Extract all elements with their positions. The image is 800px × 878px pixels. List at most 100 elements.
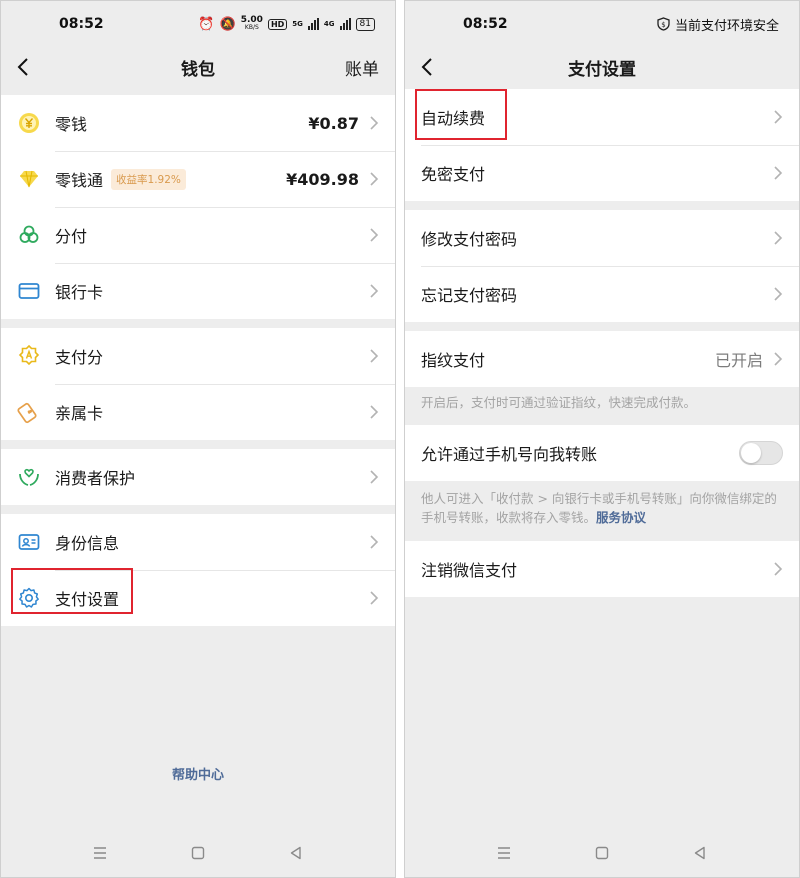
chevron-right-icon (370, 349, 379, 363)
phone-transfer-note: 他人可进入「收付款 > 向银行卡或手机号转账」向你微信绑定的手机号转账，收款将存… (405, 481, 799, 541)
back-triangle-icon[interactable] (692, 845, 708, 861)
settings-item-cancel-wechat-pay[interactable]: 注销微信支付 (405, 541, 799, 597)
wallet-item-identity[interactable]: 身份信息 (1, 514, 395, 570)
wallet-item-pay-score[interactable]: 支付分 (1, 328, 395, 384)
diamond-icon (20, 170, 38, 188)
fingerprint-note: 开启后，支付时可通过验证指纹，快速完成付款。 (421, 395, 697, 410)
secure-env-indicator: $ 当前支付环境安全 (657, 15, 779, 34)
bank-card-icon (18, 283, 40, 299)
wallet-screen: 08:52 ⏰ 🔕 5.00 KB/S HD 5G 4G 81 钱包 账单 零钱… (0, 0, 396, 878)
family-card-icon (17, 402, 37, 424)
chevron-right-icon (370, 228, 379, 242)
settings-item-forgot-password[interactable]: 忘记支付密码 (405, 266, 799, 322)
chevron-right-icon (774, 231, 783, 245)
settings-item-fingerprint[interactable]: 指纹支付 已开启 (405, 331, 799, 387)
wallet-item-label: 支付分 (55, 348, 104, 367)
wallet-item-label: 分付 (55, 227, 88, 246)
system-nav-bar (1, 845, 395, 861)
secure-env-text: 当前支付环境安全 (674, 18, 779, 34)
phone-transfer-toggle[interactable] (739, 441, 783, 465)
status-icons: ⏰ 🔕 5.00 KB/S HD 5G 4G 81 (198, 16, 375, 32)
clover-icon (19, 225, 39, 243)
back-triangle-icon[interactable] (288, 845, 304, 861)
status-bar: 08:52 ⏰ 🔕 5.00 KB/S HD 5G 4G 81 (1, 1, 395, 47)
net-speed: 5.00 KB/S (240, 15, 263, 32)
settings-item-label: 修改支付密码 (421, 230, 518, 249)
hd-icon: HD (267, 18, 288, 30)
status-time: 08:52 (463, 16, 508, 32)
wallet-item-fenfu[interactable]: 分付 (1, 207, 395, 263)
settings-group-cancel: 注销微信支付 (405, 541, 799, 597)
settings-item-label: 注销微信支付 (421, 561, 518, 580)
wallet-item-label: 亲属卡 (55, 404, 104, 423)
chevron-right-icon (370, 470, 379, 484)
settings-item-label: 允许通过手机号向我转账 (421, 445, 598, 464)
service-agreement-link[interactable]: 服务协议 (596, 510, 646, 525)
menu-icon[interactable] (92, 845, 108, 861)
chevron-right-icon (370, 284, 379, 298)
hands-protect-icon (19, 468, 39, 486)
chevron-right-icon (370, 535, 379, 549)
wallet-item-consumer-protection[interactable]: 消费者保护 (1, 449, 395, 505)
wallet-group-protection: 消费者保护 (1, 449, 395, 505)
wallet-item-family-card[interactable]: 亲属卡 (1, 384, 395, 440)
toggle-knob (741, 443, 761, 463)
svg-text:$: $ (661, 21, 665, 29)
settings-item-change-password[interactable]: 修改支付密码 (405, 210, 799, 266)
network-4g-label: 4G (323, 20, 335, 28)
wallet-item-label: 消费者保护 (55, 469, 136, 488)
settings-item-label: 忘记支付密码 (421, 286, 518, 305)
id-card-icon (18, 534, 40, 550)
chevron-right-icon (774, 110, 783, 124)
fingerprint-status: 已开启 (714, 351, 763, 370)
settings-group-password: 修改支付密码 忘记支付密码 (405, 210, 799, 322)
menu-icon[interactable] (496, 845, 512, 861)
network-5g-label: 5G (292, 20, 303, 28)
settings-item-phone-transfer: 允许通过手机号向我转账 (405, 425, 799, 481)
home-icon[interactable] (594, 845, 610, 861)
home-icon[interactable] (190, 845, 206, 861)
wallet-item-lingqiantong[interactable]: 零钱通 收益率1.92% ¥409.98 (1, 151, 395, 207)
change-balance: ¥0.87 (308, 113, 359, 133)
signal-icon-2 (339, 18, 351, 30)
chevron-right-icon (370, 116, 379, 130)
settings-navbar: 支付设置 (405, 47, 799, 87)
chevron-right-icon (370, 591, 379, 605)
coin-yuan-icon (19, 113, 39, 133)
lingqiantong-balance: ¥409.98 (286, 169, 359, 189)
wallet-item-label: 银行卡 (55, 283, 104, 302)
settings-item-label: 指纹支付 (421, 351, 486, 370)
wallet-item-label: 零钱 (55, 115, 88, 134)
chevron-right-icon (774, 352, 783, 366)
back-arrow-icon[interactable] (417, 56, 439, 78)
chevron-right-icon (774, 166, 783, 180)
status-time: 08:52 (59, 16, 104, 32)
payment-settings-screen: 08:52 $ 当前支付环境安全 支付设置 自动续费 免密支付 修改支付密码 忘… (404, 0, 800, 878)
settings-item-label: 免密支付 (421, 165, 486, 184)
signal-icon (307, 18, 319, 30)
wallet-item-label: 零钱通 (55, 171, 104, 190)
chevron-right-icon (370, 172, 379, 186)
help-center-link[interactable]: 帮助中心 (1, 764, 395, 783)
wallet-item-label: 身份信息 (55, 534, 120, 553)
yield-rate-badge: 收益率1.92% (111, 168, 186, 190)
page-title: 支付设置 (568, 59, 636, 80)
settings-group-transfer: 允许通过手机号向我转账 (405, 425, 799, 481)
wallet-item-change[interactable]: 零钱 ¥0.87 (1, 95, 395, 151)
highlight-box-payment-settings (11, 568, 133, 614)
wallet-item-bank-card[interactable]: 银行卡 (1, 263, 395, 319)
chevron-right-icon (774, 562, 783, 576)
wallet-navbar: 钱包 账单 (1, 47, 395, 87)
shield-icon: $ (657, 17, 670, 31)
wallet-group-funds: 零钱 ¥0.87 零钱通 收益率1.92% ¥409.98 分付 银行卡 (1, 95, 395, 319)
system-nav-bar (405, 845, 799, 861)
bill-button[interactable]: 账单 (345, 55, 379, 80)
chevron-right-icon (774, 287, 783, 301)
mute-bell-icon: 🔕 (219, 16, 236, 32)
settings-item-password-free[interactable]: 免密支付 (405, 145, 799, 201)
chevron-right-icon (370, 405, 379, 419)
page-title: 钱包 (181, 59, 215, 80)
back-arrow-icon[interactable] (13, 56, 35, 78)
badge-score-icon (18, 344, 40, 366)
status-bar: 08:52 $ 当前支付环境安全 (405, 1, 799, 47)
